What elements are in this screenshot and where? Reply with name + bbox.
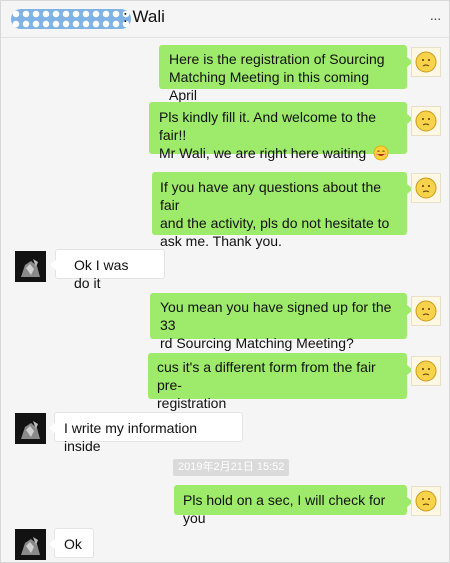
avatar-face-icon bbox=[415, 177, 437, 199]
more-icon[interactable]: ··· bbox=[427, 10, 443, 26]
message-bubble[interactable]: Pls hold on a sec, I will check for you bbox=[174, 485, 413, 526]
message-line: You mean you have signed up for the 33 bbox=[160, 299, 392, 333]
message-bubble[interactable]: I write my information inside bbox=[49, 412, 243, 454]
message-line: ask me. Thank you. bbox=[160, 233, 282, 249]
contact-photo-icon bbox=[15, 413, 46, 444]
message-line: Here is the registration of Sourcing bbox=[169, 51, 385, 67]
message-line: rd Sourcing Matching Meeting? bbox=[160, 335, 354, 351]
message-line: Ok bbox=[64, 536, 82, 552]
message-bubble[interactable]: cus it's a different form from the fair … bbox=[148, 353, 413, 411]
chat-header: : Wali ··· bbox=[1, 1, 449, 38]
chat-title: : Wali bbox=[123, 7, 165, 26]
my-avatar[interactable] bbox=[411, 486, 441, 516]
message-bubble[interactable]: Here is the registration of Sourcing Mat… bbox=[159, 45, 413, 103]
timestamp: 2019年2月21日 15:52 bbox=[173, 459, 290, 476]
message-line: Pls hold on a sec, I will check for you bbox=[183, 492, 386, 526]
message-line: Ok I was do it bbox=[74, 257, 129, 291]
my-avatar[interactable] bbox=[411, 296, 441, 326]
avatar-face-icon bbox=[415, 360, 437, 382]
contact-avatar[interactable] bbox=[15, 529, 46, 560]
message-bubble[interactable]: You mean you have signed up for the 33 r… bbox=[150, 293, 413, 351]
message-bubble[interactable]: If you have any questions about the fair… bbox=[152, 172, 413, 249]
avatar-face-icon bbox=[415, 51, 437, 73]
message-line: I write my information inside bbox=[64, 420, 198, 454]
contact-photo-icon bbox=[15, 251, 46, 282]
message-bubble[interactable]: Ok bbox=[49, 528, 94, 558]
message-line: If you have any questions about the fair bbox=[160, 179, 382, 213]
message-line: and the activity, pls do not hesitate to bbox=[160, 215, 390, 231]
my-avatar[interactable] bbox=[411, 356, 441, 386]
message-bubble[interactable]: Pls kindly fill it. And welcome to the f… bbox=[149, 102, 413, 161]
avatar-face-icon bbox=[415, 110, 437, 132]
contact-avatar[interactable] bbox=[15, 251, 46, 282]
message-line: cus it's a different form from the fair … bbox=[157, 359, 376, 393]
message-line: Mr Wali, we are right here waiting bbox=[159, 145, 367, 161]
my-avatar[interactable] bbox=[411, 47, 441, 77]
contact-avatar[interactable] bbox=[15, 413, 46, 444]
message-line: Matching Meeting in this coming April bbox=[169, 69, 369, 103]
my-avatar[interactable] bbox=[411, 106, 441, 136]
avatar-face-icon bbox=[415, 490, 437, 512]
smile-emoji-icon bbox=[373, 145, 389, 165]
message-line: Pls kindly fill it. And welcome to the f… bbox=[159, 109, 377, 143]
contact-photo-icon bbox=[15, 529, 46, 560]
message-line-wrap: Mr Wali, we are right here waiting bbox=[159, 144, 397, 165]
message-line: registration bbox=[157, 395, 227, 411]
redacted-name bbox=[11, 9, 131, 29]
message-bubble[interactable]: Ok I was do it bbox=[50, 249, 165, 291]
my-avatar[interactable] bbox=[411, 173, 441, 203]
avatar-face-icon bbox=[415, 300, 437, 322]
